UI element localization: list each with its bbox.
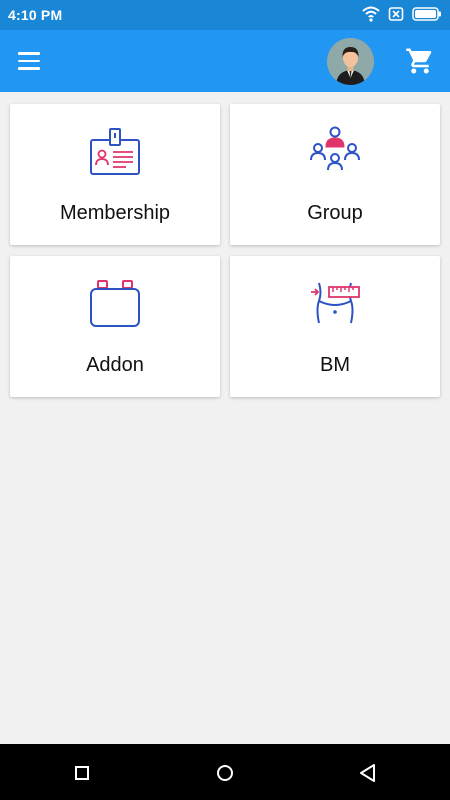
system-nav-bar: [0, 744, 450, 800]
status-time: 4:10 PM: [8, 7, 63, 23]
body-measurement-icon: [305, 276, 365, 332]
group-people-icon: [305, 124, 365, 180]
tile-grid: Membership Group Addon BM: [10, 104, 440, 397]
addon-tile[interactable]: Addon: [10, 256, 220, 397]
bm-tile[interactable]: BM: [230, 256, 440, 397]
shopping-cart-icon[interactable]: [405, 46, 435, 76]
sim-off-icon: [388, 6, 404, 27]
membership-tile[interactable]: Membership: [10, 104, 220, 245]
status-icons: [362, 6, 442, 27]
app-bar: [0, 30, 450, 92]
bm-label: BM: [320, 354, 350, 376]
battery-icon: [412, 7, 442, 26]
wifi-icon: [362, 6, 380, 27]
back-icon[interactable]: [355, 760, 381, 786]
addon-label: Addon: [86, 354, 144, 376]
home-icon[interactable]: [212, 760, 238, 786]
addon-box-icon: [85, 276, 145, 332]
id-badge-icon: [85, 124, 145, 180]
hamburger-menu-icon[interactable]: [18, 46, 48, 76]
recent-apps-icon[interactable]: [69, 760, 95, 786]
status-bar: 4:10 PM: [0, 0, 450, 30]
membership-label: Membership: [59, 202, 171, 224]
group-tile[interactable]: Group: [230, 104, 440, 245]
user-avatar-icon[interactable]: [327, 38, 374, 85]
group-label: Group: [307, 202, 363, 224]
